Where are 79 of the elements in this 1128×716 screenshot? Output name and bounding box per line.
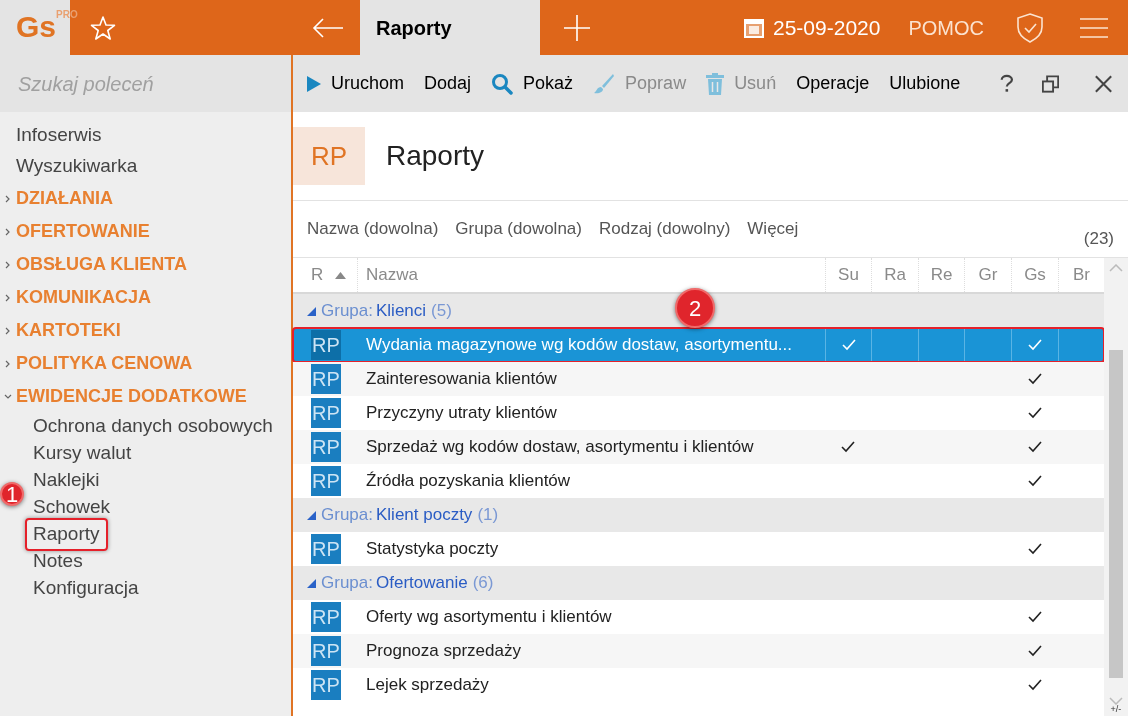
group-label: Grupa: — [321, 300, 373, 323]
group-label: Grupa: — [321, 572, 373, 595]
group-count: (6) — [472, 572, 494, 595]
filter-link[interactable]: Więcej — [747, 216, 799, 242]
collapse-triangle-icon[interactable] — [307, 578, 316, 588]
help-icon[interactable] — [1000, 72, 1014, 95]
report-icon: RP — [311, 398, 341, 428]
toolbar-button[interactable]: Dodaj — [424, 70, 472, 97]
group-name: Ofertowanie — [376, 572, 468, 595]
report-icon: RP — [311, 534, 341, 564]
report-icon: RP — [311, 432, 341, 462]
table-cell-text: Sprzedaż wg kodów dostaw, asortymentu i klientów — [365, 436, 755, 459]
toolbar-button[interactable]: Operacje — [796, 70, 870, 97]
chevron-right-icon[interactable] — [4, 359, 12, 368]
record-count: (23) — [1083, 227, 1114, 250]
star-icon[interactable] — [90, 14, 116, 41]
report-icon: RP — [311, 466, 341, 496]
scrollbar[interactable]: +/- — [1104, 258, 1128, 716]
logo: Gs — [16, 12, 57, 42]
table-cell-text: Statystyka poczty — [365, 538, 500, 561]
chevron-right-icon[interactable] — [4, 326, 12, 335]
search-field[interactable]: Szukaj poleceń — [0, 55, 291, 112]
chevron-right-icon[interactable] — [4, 194, 12, 203]
report-badge: RP — [293, 127, 365, 185]
collapse-triangle-icon[interactable] — [307, 306, 316, 316]
filter-link[interactable]: Rodzaj (dowolny) — [598, 216, 731, 242]
table-row[interactable]: RP Wydania magazynowe wg kodów dostaw, asortymentu... — [293, 328, 1104, 362]
toolbar-button[interactable]: Ulubione — [889, 70, 961, 97]
group-name: Klient poczty — [376, 504, 473, 527]
search-icon — [491, 72, 514, 95]
toolbar-button[interactable]: Pokaż — [491, 70, 574, 97]
page-title: Raporty — [386, 139, 485, 173]
chevron-right-icon[interactable] — [4, 227, 12, 236]
group-count: (5) — [431, 300, 452, 323]
report-icon: RP — [311, 602, 341, 632]
back-arrow-icon[interactable] — [312, 17, 344, 38]
shield-icon[interactable] — [1016, 12, 1044, 43]
search-input[interactable]: Szukaj poleceń — [18, 68, 286, 99]
chevron-right-icon[interactable] — [4, 260, 12, 269]
report-icon: RP — [311, 330, 341, 360]
column-header[interactable]: Gs — [1011, 258, 1058, 292]
table-row[interactable]: RP Prognoza sprzedaży — [293, 634, 1104, 668]
restore-window-icon[interactable] — [1041, 73, 1059, 94]
group-count: (1) — [477, 504, 499, 527]
table-cell-text: Oferty wg asortymentu i klientów — [365, 606, 613, 629]
collapse-triangle-icon[interactable] — [307, 510, 316, 520]
report-icon: RP — [311, 364, 341, 394]
chevron-down-icon[interactable] — [4, 392, 12, 401]
table-cell-text: Wydania magazynowe wg kodów dostaw, asortymentu... — [365, 334, 793, 357]
sidebar-link[interactable]: Infoserwis — [16, 121, 102, 150]
group-name: Klienci — [376, 300, 427, 323]
trash-icon — [706, 72, 725, 95]
table-cell-text: Zainteresowania klientów — [365, 368, 558, 391]
table-row[interactable]: RP Sprzedaż wg kodów dostaw, asortymentu i klientów — [293, 430, 1104, 464]
close-icon[interactable] — [1094, 73, 1112, 94]
toolbar-button[interactable]: Uruchom — [307, 70, 405, 97]
group-label: Grupa: — [321, 504, 373, 527]
column-header[interactable]: Su — [825, 258, 871, 292]
sort-ascending-icon[interactable] — [335, 271, 347, 279]
calendar-icon[interactable] — [743, 16, 765, 39]
sidebar-item[interactable]: Raporty — [25, 518, 108, 551]
filter-link[interactable]: Nazwa (dowolna) — [307, 216, 439, 242]
table-cell-text: Prognoza sprzedaży — [365, 640, 522, 663]
zoom-toggle[interactable]: +/- — [1110, 705, 1122, 714]
table-row[interactable]: RP Zainteresowania klientów — [293, 362, 1104, 396]
active-tab[interactable]: Raporty — [360, 0, 540, 55]
brush-icon — [593, 72, 616, 95]
sidebar-link[interactable]: Wyszukiwarka — [16, 152, 138, 181]
table-cell-text: Przyczyny utraty klientów — [365, 402, 558, 425]
report-icon: RP — [311, 670, 341, 700]
plus-icon[interactable] — [564, 14, 590, 41]
column-header[interactable]: Re — [918, 258, 964, 292]
play-icon — [307, 75, 321, 92]
report-icon: RP — [311, 636, 341, 666]
table-cell-text: Lejek sprzedaży — [365, 674, 490, 697]
chevron-right-icon[interactable] — [4, 293, 12, 302]
table-cell-text: Źródła pozyskania klientów — [365, 470, 572, 493]
column-header[interactable]: R — [311, 262, 324, 288]
filter-link[interactable]: Grupa (dowolna) — [455, 216, 582, 242]
